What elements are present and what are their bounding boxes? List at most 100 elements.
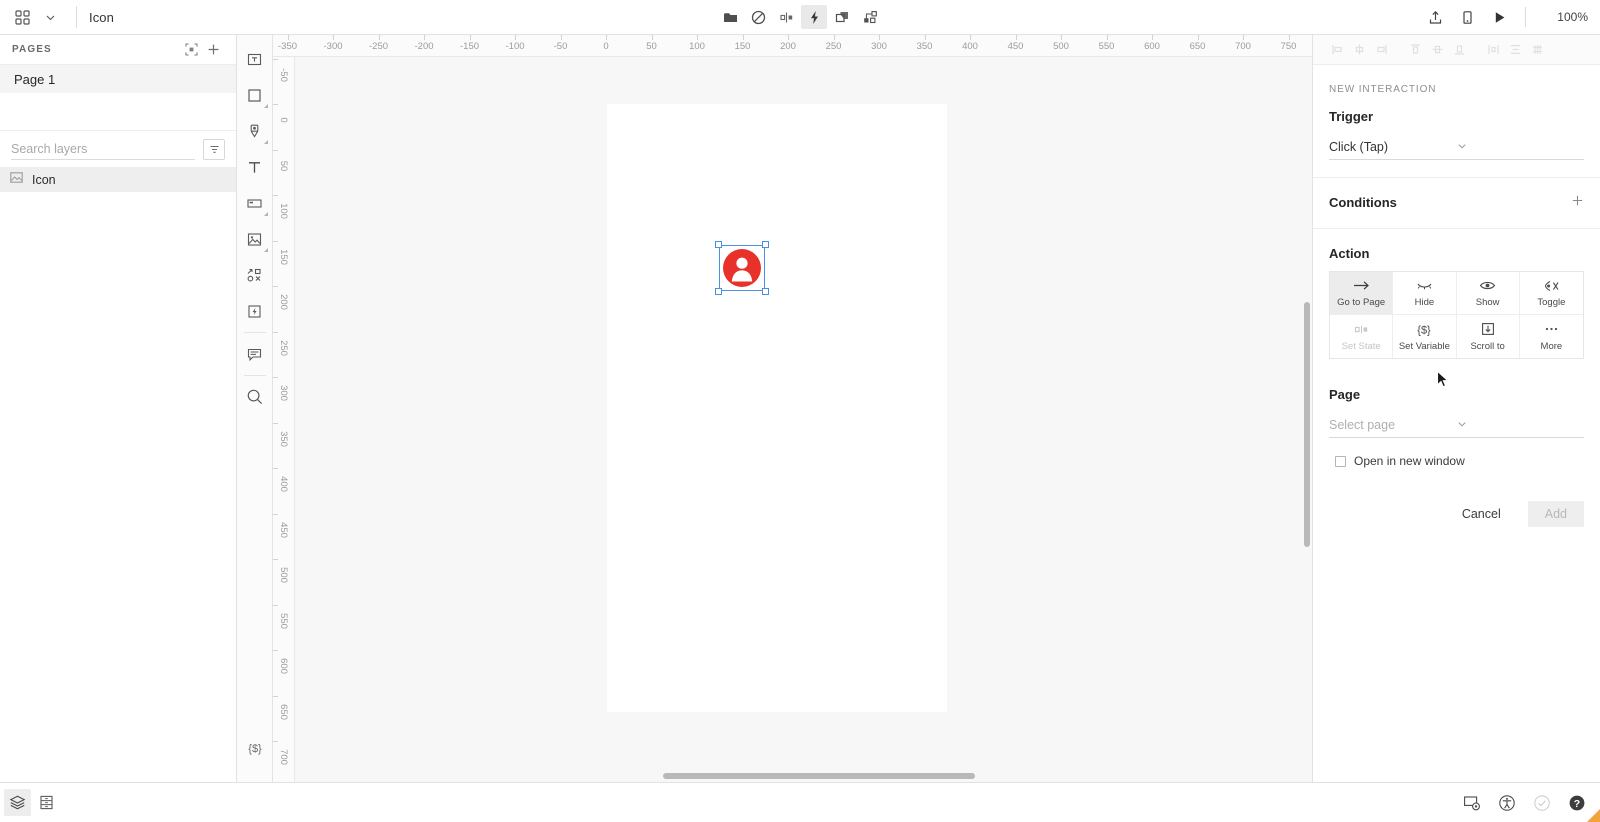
action-label-toggle: Toggle [1537,297,1566,308]
page-item-label: Page 1 [14,71,56,87]
canvas-vertical-scrollbar[interactable] [1304,302,1310,547]
open-new-window-row[interactable]: Open in new window [1329,438,1584,468]
action-show[interactable]: Show [1456,272,1520,315]
layers-panel-icon[interactable] [4,789,31,816]
action-set-state[interactable]: Set State [1330,315,1394,358]
ruler-label: 450 [1007,41,1024,52]
action-set-variable[interactable]: {$} Set Variable [1393,315,1457,358]
device-preview-icon[interactable] [1453,4,1481,30]
tool-expand-corner[interactable] [263,104,268,108]
arrow-right-icon [1353,278,1370,293]
add-button[interactable]: Add [1527,501,1584,527]
resize-corner-fold[interactable] [1587,809,1600,822]
text-tool[interactable] [239,149,271,185]
canvas-horizontal-scrollbar[interactable] [663,773,975,779]
trigger-select[interactable]: Click (Tap) [1329,135,1584,160]
align-right-icon [1371,40,1391,60]
no-entry-icon[interactable] [745,5,771,29]
open-new-window-checkbox[interactable] [1335,455,1346,467]
canvas-region[interactable]: -350 -300 -250 -200 -150 -100 -50 0 50 100 150 200 2… [273,35,1312,782]
ruler-tick [287,35,289,40]
rectangle-tool[interactable] [239,77,271,113]
help-icon[interactable]: ? [1563,789,1590,816]
ruler-tick [606,35,607,40]
action-hide[interactable]: Hide [1393,272,1457,315]
ruler-label: -350 [277,41,298,52]
add-condition-button[interactable] [1571,194,1584,211]
search-layers-input[interactable] [11,138,195,160]
artboard[interactable] [607,104,947,712]
container-tool[interactable] [239,185,271,221]
filter-icon[interactable] [203,138,225,160]
fit-frame-icon[interactable] [180,39,202,61]
ruler-label: 200 [780,41,796,52]
chevron-down-icon [1457,418,1585,432]
left-sidebar: PAGES Page 1 Icon [0,35,237,782]
zoom-level[interactable]: 100% [1550,10,1588,24]
eye-open-icon [1479,278,1496,293]
distribute-icon[interactable] [773,5,799,29]
page-select-value: Select page [1329,418,1396,432]
folder-icon[interactable] [717,5,743,29]
ruler-tick [273,195,278,196]
ruler-tick [273,604,278,606]
lightning-bolt-icon[interactable] [801,5,827,29]
screen-settings-icon[interactable] [1458,789,1485,816]
action-toggle[interactable]: Toggle [1519,272,1583,315]
align-center-horizontal-icon [1349,40,1369,60]
components-icon[interactable] [857,5,883,29]
image-tool[interactable] [239,221,271,257]
accessibility-icon[interactable] [1493,789,1520,816]
resize-handle-bottom-left[interactable] [715,288,722,295]
selected-object[interactable] [715,241,769,295]
layers-stack-icon[interactable] [829,5,855,29]
action-label-set-state: Set State [1341,340,1381,352]
page-item-1[interactable]: Page 1 [0,65,236,93]
conditions-label: Conditions [1329,195,1397,210]
pages-list-empty-area [0,93,236,131]
tool-rail-divider [243,375,266,376]
play-icon[interactable] [1485,4,1513,30]
chevron-down-icon[interactable] [36,4,64,30]
ruler-tick [273,513,278,515]
comment-tool[interactable] [239,336,271,372]
layer-item-icon[interactable]: Icon [0,167,236,192]
resize-handle-top-left[interactable] [715,241,722,248]
variables-tool[interactable]: {$} [239,730,271,766]
zoom-search-tool[interactable] [239,379,271,415]
ruler-label: 600 [278,658,289,674]
action-label-set-variable: Set Variable [1398,340,1450,352]
tool-expand-corner[interactable] [263,212,268,216]
ruler-tick [273,377,278,378]
resize-handle-top-right[interactable] [762,241,769,248]
ruler-tick [273,286,278,287]
text-field-tool[interactable] [239,41,271,77]
cancel-button[interactable]: Cancel [1445,501,1518,527]
image-layer-icon [10,171,23,189]
resize-handle-bottom-right[interactable] [762,288,769,295]
shapes-tool[interactable] [239,257,271,293]
ruler-label: 600 [1144,41,1160,52]
right-panel: NEW INTERACTION Trigger Click (Tap) Cond… [1312,35,1600,782]
assets-panel-icon[interactable] [33,789,60,816]
tool-expand-corner[interactable] [263,248,268,252]
grid-apps-icon[interactable] [8,4,36,30]
hotspot-tool[interactable] [239,293,271,329]
action-more[interactable]: More [1520,315,1583,358]
share-upload-icon[interactable] [1421,4,1449,30]
document-title[interactable]: Icon [89,10,114,25]
ellipsis-icon [1543,322,1560,337]
ruler-tick [273,559,278,560]
action-label-show: Show [1475,297,1500,308]
grid-icon [1527,40,1547,60]
ruler-tick [560,35,562,40]
action-scroll-to[interactable]: Scroll to [1457,315,1520,358]
add-page-button[interactable] [202,39,224,61]
eye-closed-icon [1416,278,1433,293]
page-select[interactable]: Select page [1329,413,1584,438]
action-go-to-page[interactable]: Go to Page [1330,272,1394,315]
tool-expand-corner[interactable] [263,140,268,144]
canvas-surface[interactable] [295,57,1312,782]
check-circle-icon[interactable] [1528,789,1555,816]
pen-tool[interactable] [239,113,271,149]
